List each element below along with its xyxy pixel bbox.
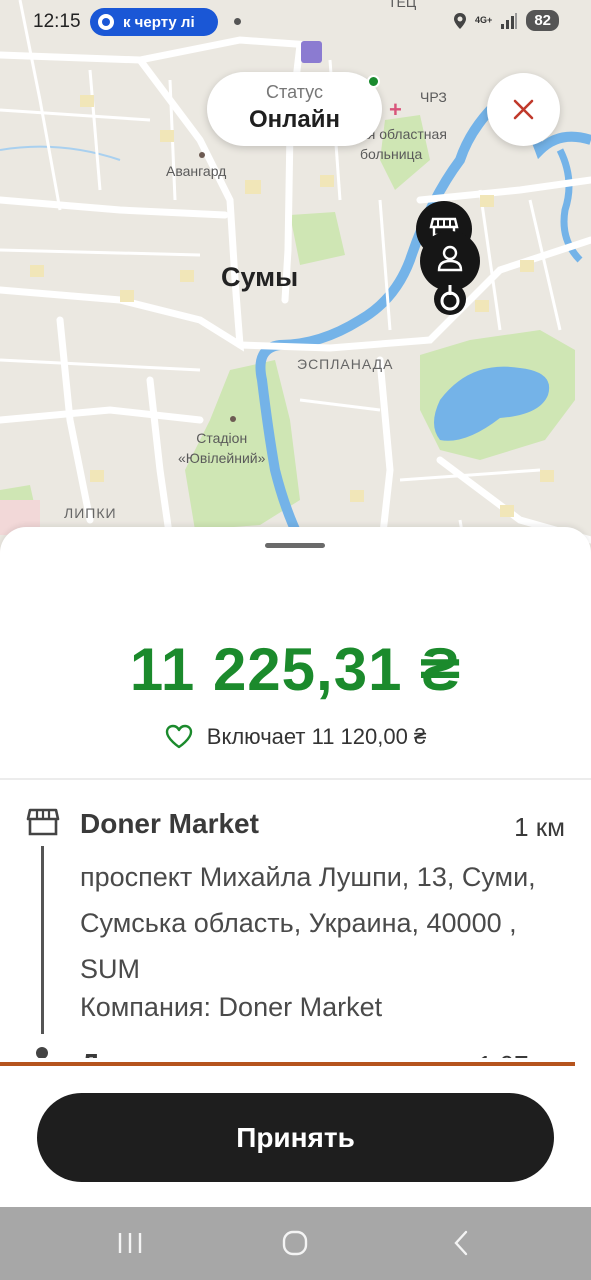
accept-order-button[interactable]: Принять [37,1093,554,1182]
home-icon [282,1230,308,1256]
courier-marker[interactable] [434,283,466,315]
battery-level: 82 [526,10,559,31]
map-label-lipki: ЛИПКИ [64,505,117,521]
navigation-pill[interactable]: к черту лі [90,8,218,36]
poi-stadium-dot [230,416,236,422]
pickup-company: Компания: Doner Market [80,992,383,1022]
back-icon [454,1230,468,1256]
map-label-chpz: ЧРЗ [420,89,447,105]
metro-icon [301,41,322,63]
order-price: 11 225,31 ₴ [129,636,462,703]
close-button[interactable] [487,73,560,146]
location-icon [454,12,467,29]
includes-row: Включает 11 120,00 ₴ [0,724,591,750]
hospital-cross-icon: + [389,97,402,122]
pickup-distance: 1 км [514,812,565,842]
delivery-distance: 1,07 км [478,1050,565,1058]
recents-button[interactable] [100,1227,160,1259]
system-status-bar: 12:15 к черту лі 4G+ 82 [0,0,591,44]
back-button[interactable] [430,1227,490,1259]
home-button[interactable] [265,1227,325,1259]
pin-icon [36,1047,48,1058]
includes-text: Включает 11 120,00 ₴ [206,724,427,749]
heart-icon [165,724,192,749]
customer-marker[interactable] [420,231,480,291]
signal-icon [501,12,518,29]
order-offer-sheet: 11 225,31 ₴ Включает 11 120,00 ₴ Doner M… [0,527,591,1207]
navigation-pill-text: к черту лі [123,13,195,31]
store-icon [26,808,60,836]
route-connector-line [41,846,44,1034]
poi-avangard-dot [199,152,205,158]
close-icon [513,99,534,120]
route-details[interactable]: Doner Market 1 км проспект Михайла Лушпи… [0,780,591,1058]
notification-dot [234,18,241,25]
system-navigation-bar [0,1207,591,1280]
status-icons: 4G+ 82 [453,10,559,31]
delivery-label: Доставка [80,1048,209,1058]
map-label-stadium: Стадіон «Ювілейний» [178,430,266,466]
navigation-target-icon [98,14,114,30]
courier-icon [440,285,460,311]
online-indicator [367,75,380,88]
person-icon [437,245,463,272]
map-label-esplanada: ЭСПЛАНАДА [297,356,394,372]
driver-status-toggle[interactable]: Статус Онлайн [207,72,382,146]
map-label-city: Сумы [221,262,299,292]
status-time: 12:15 [33,11,81,32]
driver-status-value: Онлайн [248,106,340,133]
recents-icon [118,1233,142,1253]
pickup-address: проспект Михайла Лушпи, 13, Суми, Сумськ… [80,862,536,984]
map-label-avangard: Авангард [166,163,227,179]
driver-status-caption: Статус [266,82,323,102]
network-type: 4G+ [475,15,493,25]
pickup-name: Doner Market [80,808,259,839]
timer-progress-bar [0,1062,575,1066]
sheet-drag-handle[interactable] [265,543,325,548]
